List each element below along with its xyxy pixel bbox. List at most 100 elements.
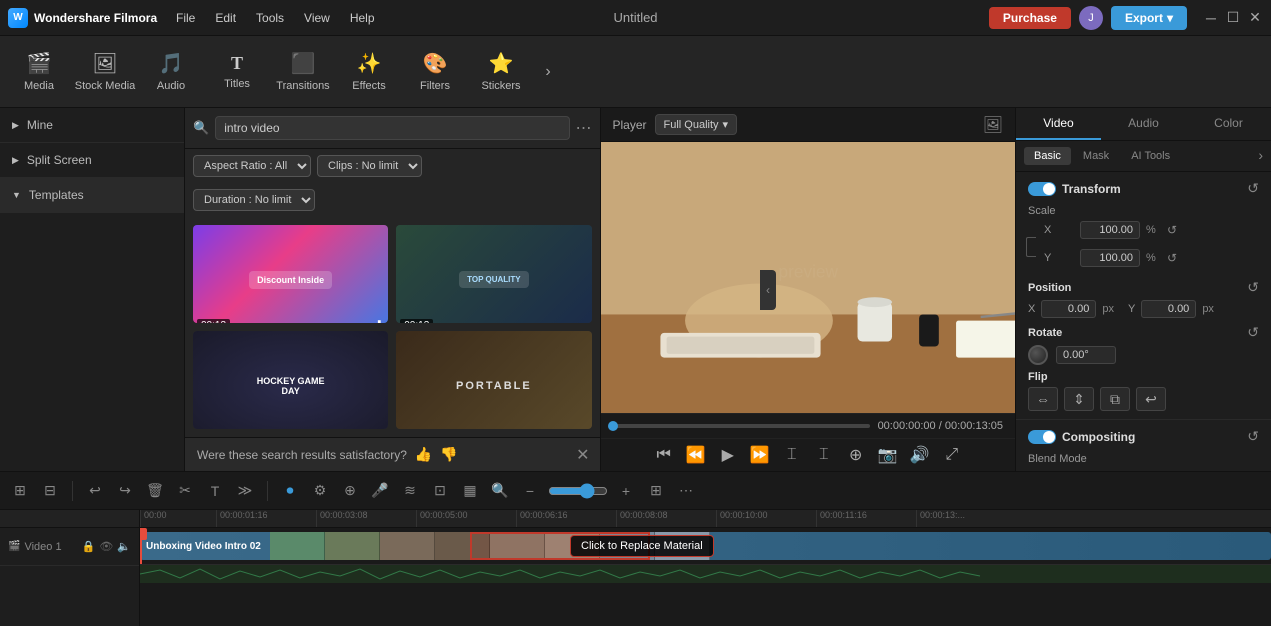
tool-transitions[interactable]: ⬛ Transitions [272, 42, 334, 102]
track-mute-button[interactable]: 🔈 [117, 540, 131, 553]
rotate-knob[interactable] [1028, 345, 1048, 365]
volume-button[interactable]: 🔊 [908, 443, 932, 467]
rotate-reset[interactable]: ↺ [1247, 324, 1259, 341]
pos-y-input[interactable] [1141, 300, 1196, 318]
transform-toggle[interactable] [1028, 182, 1056, 196]
tl-zoom-in-button[interactable]: 🔍 [488, 479, 512, 503]
tab-audio[interactable]: Audio [1101, 108, 1186, 140]
track-lock-button[interactable]: 🔒 [82, 540, 96, 553]
flip-reset-button[interactable]: ↩ [1136, 387, 1166, 411]
template-card-2[interactable]: TOP QUALITY 00:13 Unboxing Video Intro 0… [396, 225, 591, 323]
tab-color[interactable]: Color [1186, 108, 1271, 140]
tl-stabilize-button[interactable]: ⊕ [338, 479, 362, 503]
track-eye-button[interactable]: 👁 [99, 540, 113, 553]
tool-stock-media[interactable]: 🖼 Stock Media [74, 42, 136, 102]
maximize-button[interactable]: ☐ [1225, 10, 1241, 26]
close-button[interactable]: ✕ [1247, 10, 1263, 26]
tl-scene-detect-button[interactable]: ⊞ [8, 479, 32, 503]
tool-audio[interactable]: 🎵 Audio [140, 42, 202, 102]
thumbs-down-button[interactable]: 👎 [440, 446, 457, 463]
tl-volume-minus-button[interactable]: − [518, 479, 542, 503]
template-card-3[interactable]: HOCKEY GAMEDAY Hockey Game Day [193, 331, 388, 429]
clips-filter[interactable]: Clips : No limit [317, 155, 422, 177]
tl-more-button[interactable]: ≫ [233, 479, 257, 503]
progress-bar[interactable] [613, 424, 870, 428]
play-button[interactable]: ▶ [716, 443, 740, 467]
quality-selector[interactable]: Full Quality ▾ [655, 114, 738, 135]
preview-more-icon[interactable]: 🖼 [983, 115, 1003, 135]
tool-stickers[interactable]: ⭐ Stickers [470, 42, 532, 102]
sidebar-item-split-screen[interactable]: ▶ Split Screen [0, 143, 184, 178]
tool-media[interactable]: 🎬 Media [8, 42, 70, 102]
compositing-reset-icon[interactable]: ↺ [1247, 428, 1259, 445]
tl-title-button[interactable]: T [203, 479, 227, 503]
template-card-1[interactable]: Discount Inside 00:13 ⬇ Unboxing Video I… [193, 225, 388, 323]
tl-delete-button[interactable]: 🗑 [143, 479, 167, 503]
tool-effects[interactable]: ✨ Effects [338, 42, 400, 102]
tl-speed-button[interactable]: ⚙ [308, 479, 332, 503]
timeline-playhead[interactable] [140, 528, 142, 564]
tl-audio-button[interactable]: 🎤 [368, 479, 392, 503]
satisfactory-close-button[interactable]: ✕ [576, 445, 589, 465]
position-reset[interactable]: ↺ [1247, 279, 1259, 296]
tl-cut-button[interactable]: ✂ [173, 479, 197, 503]
tl-settings-button[interactable]: ⋯ [674, 479, 698, 503]
flip-horizontal-button[interactable]: ⇔ [1028, 387, 1058, 411]
sidebar-item-templates[interactable]: ▼ Templates [0, 178, 184, 213]
template-card-4[interactable]: PORTABLE Portable [396, 331, 591, 429]
tl-undo-button[interactable]: ↩ [83, 479, 107, 503]
scale-y-reset[interactable]: ↺ [1167, 251, 1177, 265]
pos-x-input[interactable] [1041, 300, 1096, 318]
toolbar-more-button[interactable]: › [536, 60, 560, 84]
thumbs-up-button[interactable]: 👍 [415, 446, 432, 463]
subtab-mask[interactable]: Mask [1073, 147, 1119, 165]
menu-view[interactable]: View [296, 7, 338, 29]
subtab-ai-tools[interactable]: AI Tools [1121, 147, 1180, 165]
export-button[interactable]: Export ▾ [1111, 6, 1187, 30]
tl-something-button[interactable]: ⊟ [38, 479, 62, 503]
tl-redo-button[interactable]: ↪ [113, 479, 137, 503]
video-clip-1[interactable]: Unboxing Video Intro 02 [140, 532, 1271, 560]
menu-help[interactable]: Help [342, 7, 383, 29]
snapshot-button[interactable]: 📷 [876, 443, 900, 467]
add-to-timeline-button[interactable]: ⊕ [844, 443, 868, 467]
panel-collapse-arrow[interactable]: ‹ [760, 270, 776, 310]
transform-reset-icon[interactable]: ↺ [1247, 180, 1259, 197]
compositing-toggle[interactable] [1028, 430, 1056, 444]
menu-file[interactable]: File [168, 7, 203, 29]
avatar[interactable]: J [1079, 6, 1103, 30]
flip-vertical-button[interactable]: ⇕ [1064, 387, 1094, 411]
subtabs-more-icon[interactable]: › [1258, 147, 1263, 165]
frame-forward-button[interactable]: ⏩ [748, 443, 772, 467]
fullscreen-button[interactable]: ⤢ [940, 443, 964, 467]
frame-back-button[interactable]: ⏪ [684, 443, 708, 467]
tl-record-button[interactable]: ⏺ [278, 479, 302, 503]
volume-slider[interactable] [548, 483, 608, 499]
menu-edit[interactable]: Edit [207, 7, 244, 29]
scale-x-reset[interactable]: ↺ [1167, 223, 1177, 237]
tl-screen-button[interactable]: ▦ [458, 479, 482, 503]
scale-x-input[interactable] [1080, 221, 1140, 239]
scale-y-input[interactable] [1080, 249, 1140, 267]
tl-grid-button[interactable]: ⊞ [644, 479, 668, 503]
sidebar-item-mine[interactable]: ▶ Mine [0, 108, 184, 143]
menu-tools[interactable]: Tools [248, 7, 292, 29]
purchase-button[interactable]: Purchase [989, 7, 1071, 29]
tool-titles[interactable]: T Titles [206, 42, 268, 102]
subtab-basic[interactable]: Basic [1024, 147, 1071, 165]
mark-in-button[interactable]: ⌶ [780, 443, 804, 467]
skip-start-button[interactable]: ⏮ [652, 443, 676, 467]
minimize-button[interactable]: ─ [1203, 10, 1219, 26]
tl-audio-wave-button[interactable]: ≋ [398, 479, 422, 503]
flip-copy-button[interactable]: ⧉ [1100, 387, 1130, 411]
replace-material-tooltip[interactable]: Click to Replace Material [570, 535, 714, 557]
rotate-value-input[interactable] [1056, 346, 1116, 364]
mark-out-button[interactable]: ⌶ [812, 443, 836, 467]
tl-volume-plus-button[interactable]: + [614, 479, 638, 503]
tool-filters[interactable]: 🎨 Filters [404, 42, 466, 102]
search-input[interactable] [215, 116, 569, 140]
tl-scene-button[interactable]: ⊡ [428, 479, 452, 503]
aspect-ratio-filter[interactable]: Aspect Ratio : All [193, 155, 311, 177]
duration-filter[interactable]: Duration : No limit [193, 189, 315, 211]
tab-video[interactable]: Video [1016, 108, 1101, 140]
